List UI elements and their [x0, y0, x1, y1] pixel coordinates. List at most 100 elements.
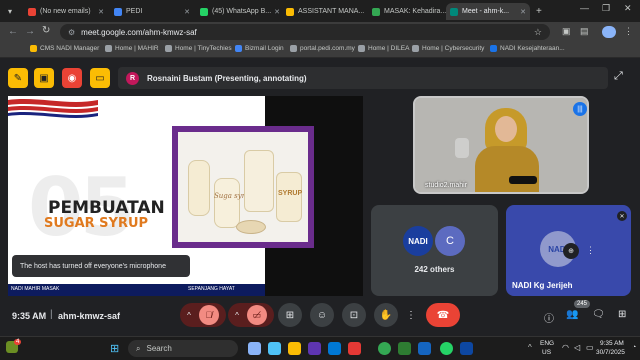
bookmark-icon	[165, 45, 172, 52]
app-icon[interactable]	[348, 342, 361, 355]
participant-tile-self[interactable]: ||| studio2.mahir	[413, 96, 589, 194]
bookmark-item[interactable]: Home | DILEA	[358, 45, 409, 52]
record-icon[interactable]: ◉	[62, 68, 82, 88]
close-icon[interactable]: ✕	[181, 8, 190, 16]
bookmark-item[interactable]: portal.pedi.com.my	[290, 45, 355, 52]
copilot-icon[interactable]	[268, 342, 281, 355]
tab-title: (45) WhatsApp B...	[212, 8, 272, 15]
minimize-icon[interactable]: —	[580, 3, 589, 13]
language-label[interactable]: ENG	[540, 340, 554, 347]
close-icon[interactable]: ✕	[271, 8, 280, 16]
browser-tab-strip: ▾ (No new emails) ✕ PEDI ✕ (45) WhatsApp B…	[0, 0, 640, 22]
bookmark-item[interactable]: CMS NADI Manager	[30, 45, 99, 52]
wifi-icon[interactable]: ◠	[562, 343, 569, 352]
new-tab-button[interactable]: +	[532, 3, 546, 20]
shared-slide: 05 PEMBUATAN SUGAR SYRUP Suga syrup SYRU…	[8, 96, 363, 296]
back-icon[interactable]: ←	[8, 26, 18, 37]
battery-icon[interactable]: ▭	[586, 343, 594, 352]
profile-avatar[interactable]	[602, 26, 616, 38]
mic-off-icon[interactable]: 🎙̸	[198, 305, 219, 325]
search-icon: ⌕	[136, 343, 141, 353]
tab-masak[interactable]: MASAK: Kehadira...✕	[368, 3, 452, 20]
taskview-icon[interactable]	[248, 342, 261, 355]
more-options-button[interactable]: ⋮	[404, 303, 418, 327]
presenting-banner: R Rosnaini Bustam (Presenting, annotatin…	[118, 67, 608, 89]
close-icon[interactable]: ✕	[95, 8, 104, 16]
doc-icon	[286, 7, 294, 16]
close-icon[interactable]: ✕	[364, 8, 366, 16]
captions-button[interactable]: ⊡	[342, 303, 366, 327]
stop-present-icon[interactable]: ▣	[34, 68, 54, 88]
forward-icon[interactable]: →	[25, 26, 35, 37]
clock-time[interactable]: 9:35 AM	[600, 340, 624, 347]
excel-icon[interactable]	[398, 342, 411, 355]
chrome-icon[interactable]	[378, 342, 391, 355]
tab-whatsapp[interactable]: (45) WhatsApp B... ✕	[196, 3, 280, 20]
reload-icon[interactable]: ↻	[42, 25, 50, 36]
more-options-icon[interactable]: ⋮	[586, 245, 595, 256]
volume-icon[interactable]: ◁	[574, 343, 580, 352]
person-face	[495, 116, 517, 142]
region-label[interactable]: US	[542, 349, 551, 356]
chevron-up-icon[interactable]: ^	[187, 311, 191, 320]
bookmark-item[interactable]: Home | MAHIR	[105, 45, 159, 52]
camera-off-icon[interactable]: ▭̸	[246, 305, 267, 325]
people-icon[interactable]: 👥	[566, 309, 578, 320]
speaking-indicator-icon: |||	[573, 102, 587, 116]
taskbar-search[interactable]: ⌕ Search	[128, 340, 238, 357]
emoji-button[interactable]: ☺	[310, 303, 334, 327]
present-icon[interactable]: ▭	[90, 68, 110, 88]
word-icon[interactable]	[418, 342, 431, 355]
bookmark-star-icon[interactable]: ☆	[534, 27, 542, 38]
tab-title: ASSISTANT MANA...	[298, 8, 365, 15]
pin-icon[interactable]: ⊕	[563, 243, 579, 259]
info-icon[interactable]: ⓘ	[544, 310, 554, 325]
tab-pedi[interactable]: PEDI ✕	[110, 3, 194, 20]
activities-icon[interactable]: ⊞	[618, 309, 626, 320]
menu-icon[interactable]: ⋮	[624, 26, 633, 37]
address-bar[interactable]: ⚙ meet.google.com/ahm-kmwz-saf ☆	[60, 24, 550, 40]
bottle-icon	[244, 150, 274, 212]
file-explorer-icon[interactable]	[288, 342, 301, 355]
participant-tile-nadi[interactable]: NADI ⊕ ⋮ ✕ NADI Kg Jerijeh	[506, 205, 631, 296]
site-info-icon[interactable]: ⚙	[68, 28, 75, 37]
meeting-time: 9:35 AM	[12, 311, 47, 321]
meeting-code: ahm-kmwz-saf	[58, 311, 121, 321]
bookmark-item[interactable]: Home | Cybersecurity	[412, 45, 484, 52]
clock-date[interactable]: 30/7/2025	[596, 349, 625, 356]
chat-icon[interactable]: 🗨	[592, 309, 605, 320]
bookmark-item[interactable]: Home | TinyTechies	[165, 45, 232, 52]
bookmark-item[interactable]: Bizmail Login	[235, 45, 284, 52]
tab-search-icon[interactable]: ▾	[4, 3, 22, 20]
others-tile[interactable]: NADI C 242 others	[371, 205, 498, 296]
close-window-icon[interactable]: ✕	[624, 3, 632, 14]
annotate-icon[interactable]: ✎	[8, 68, 28, 88]
jar-icon	[276, 172, 302, 222]
tab-meet[interactable]: Meet - ahm-k... ✕	[446, 3, 530, 20]
notification-icon[interactable]: ◔	[632, 344, 636, 351]
start-icon[interactable]: ⊞	[110, 342, 119, 355]
raise-hand-button[interactable]: ✋	[374, 303, 398, 327]
mic-button[interactable]: ^ 🎙̸	[180, 303, 226, 327]
sidepanel-icon[interactable]: ▤	[580, 26, 589, 37]
edge-icon[interactable]	[328, 342, 341, 355]
present-button[interactable]: ⊞	[278, 303, 302, 327]
jar-icon	[214, 178, 240, 228]
bookmark-item[interactable]: NADI Kesejahteraan...	[490, 45, 565, 52]
app-icon[interactable]	[308, 342, 321, 355]
tray-chevron-icon[interactable]: ^	[528, 343, 532, 352]
maximize-icon[interactable]: ❐	[602, 3, 610, 14]
others-count: 242 others	[414, 265, 455, 274]
tab-gmail[interactable]: (No new emails) ✕	[24, 3, 108, 20]
fullscreen-icon[interactable]: ⤢	[614, 70, 623, 83]
participant-name: NADI Kg Jerijeh	[512, 281, 573, 290]
chevron-up-icon[interactable]: ^	[235, 311, 239, 320]
close-icon[interactable]: ✕	[517, 8, 526, 16]
app-icon[interactable]	[460, 342, 473, 355]
extensions-icon[interactable]: ▣	[562, 26, 571, 37]
whatsapp-icon[interactable]	[440, 342, 453, 355]
camera-button[interactable]: ^ ▭̸	[228, 303, 274, 327]
nadi-avatar: NADI	[403, 226, 433, 256]
leave-call-button[interactable]: ☎	[426, 303, 460, 327]
tab-assistant[interactable]: ASSISTANT MANA...✕	[282, 3, 366, 20]
